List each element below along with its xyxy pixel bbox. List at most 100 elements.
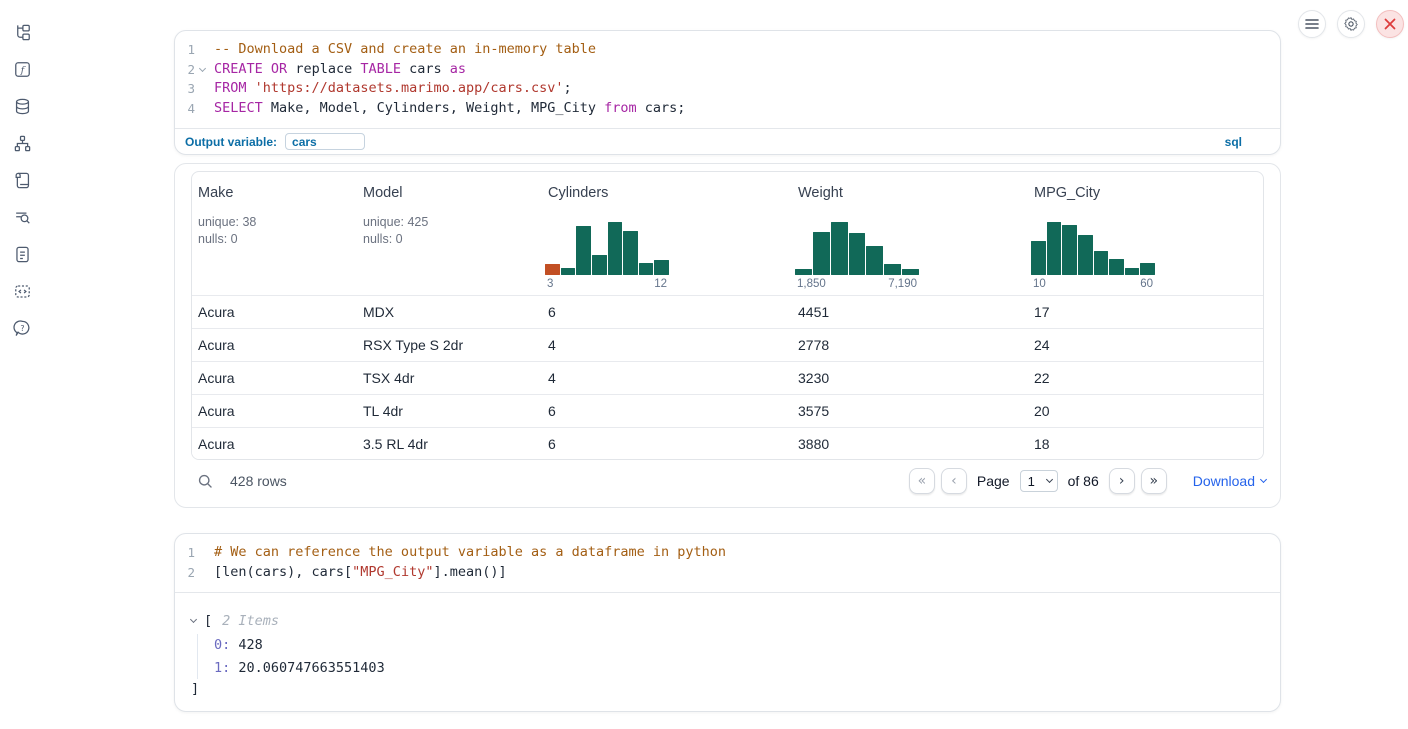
sidebar: f ? (0, 0, 44, 729)
table-cell: 17 (1028, 304, 1261, 320)
histogram-bar (639, 263, 654, 275)
collapse-caret-icon[interactable] (190, 616, 197, 623)
histogram-bar (795, 269, 812, 275)
page-select[interactable]: 1 (1020, 470, 1058, 492)
document-icon[interactable] (13, 245, 32, 264)
sql-output-container: Makeunique: 38nulls: 0Modelunique: 425nu… (174, 163, 1281, 508)
code-text: -- Download a CSV and create an in-memor… (214, 40, 596, 60)
output-list-item: 0: 428 (214, 634, 1280, 657)
table-row[interactable]: AcuraTL 4dr6357520 (192, 394, 1263, 427)
table-body: AcuraMDX6445117AcuraRSX Type S 2dr427782… (192, 295, 1263, 460)
download-label: Download (1193, 473, 1255, 489)
table-cell: 24 (1028, 337, 1261, 353)
chevron-down-icon (1046, 476, 1053, 483)
output-variable-row: Output variable: sql (175, 128, 1280, 154)
close-button[interactable] (1376, 10, 1404, 38)
svg-text:?: ? (20, 324, 24, 333)
column-label: Weight (798, 185, 1028, 201)
column-header-weight[interactable]: Weight1,8507,190 (792, 172, 1028, 295)
table-row[interactable]: AcuraRSX Type S 2dr4277824 (192, 328, 1263, 361)
fold-gutter (195, 563, 209, 583)
histogram-bar (654, 260, 669, 275)
table-cell: 22 (1028, 370, 1261, 386)
download-button[interactable]: Download (1193, 473, 1266, 489)
first-page-button[interactable]: « (909, 468, 935, 494)
table-cell: Acura (192, 436, 357, 452)
column-header-mpg_city[interactable]: MPG_City1060 (1028, 172, 1261, 295)
line-number: 1 (183, 40, 195, 60)
code-text: CREATE OR replace TABLE cars as (214, 60, 466, 80)
histogram-bar (545, 264, 560, 275)
next-page-button[interactable]: › (1109, 468, 1135, 494)
column-header-make[interactable]: Makeunique: 38nulls: 0 (192, 172, 357, 295)
page-select-value: 1 (1028, 474, 1035, 489)
sql-code-editor[interactable]: 1 -- Download a CSV and create an in-memo… (175, 31, 1280, 119)
column-histogram: 312 (545, 222, 669, 290)
table-row[interactable]: AcuraMDX6445117 (192, 295, 1263, 328)
histogram-bar (592, 255, 607, 275)
table-cell: 3575 (792, 403, 1028, 419)
code-text: FROM 'https://datasets.marimo.app/cars.c… (214, 79, 572, 99)
histogram-bar (1109, 259, 1124, 275)
function-icon[interactable]: f (13, 60, 32, 79)
column-histogram: 1060 (1031, 222, 1155, 290)
column-header-model[interactable]: Modelunique: 425nulls: 0 (357, 172, 542, 295)
histogram-axis-labels: 1060 (1031, 278, 1155, 290)
database-icon[interactable] (13, 97, 32, 116)
table-cell: TL 4dr (357, 403, 542, 419)
line-number: 3 (183, 79, 195, 99)
histogram-bar (813, 232, 830, 275)
code-line: 1# We can reference the output variable … (175, 543, 1280, 563)
table-cell: 20 (1028, 403, 1261, 419)
code-line: 2[len(cars), cars["MPG_City"].mean()] (175, 563, 1280, 583)
sql-cell: 1 -- Download a CSV and create an in-memo… (174, 30, 1281, 155)
fold-caret-icon[interactable] (198, 65, 205, 72)
table-cell: 2778 (792, 337, 1028, 353)
column-stats: unique: 425nulls: 0 (363, 214, 542, 248)
table-cell: Acura (192, 403, 357, 419)
histogram-bars (1031, 222, 1155, 275)
table-cell: Acura (192, 337, 357, 353)
output-variable-label: Output variable: (185, 135, 277, 149)
histogram-bars (795, 222, 919, 275)
output-list-item: 1: 20.060747663551403 (214, 657, 1280, 680)
code-snippet-icon[interactable] (13, 282, 32, 301)
search-icon[interactable] (197, 473, 214, 490)
scroll-icon[interactable] (13, 171, 32, 190)
page-label: Page (977, 473, 1010, 489)
table-cell: RSX Type S 2dr (357, 337, 542, 353)
code-text: # We can reference the output variable a… (214, 543, 726, 563)
line-number: 2 (183, 60, 195, 80)
table-row[interactable]: AcuraTSX 4dr4323022 (192, 361, 1263, 394)
python-code-editor[interactable]: 1# We can reference the output variable … (175, 534, 1280, 593)
table-cell: MDX (357, 304, 542, 320)
graph-icon[interactable] (13, 134, 32, 153)
code-text: SELECT Make, Model, Cylinders, Weight, M… (214, 99, 685, 119)
menu-button[interactable] (1298, 10, 1326, 38)
last-page-button[interactable]: » (1141, 468, 1167, 494)
column-stats: unique: 38nulls: 0 (198, 214, 357, 248)
line-number: 4 (183, 99, 195, 119)
histogram-bars (545, 222, 669, 275)
table-cell: 6 (542, 304, 792, 320)
output-variable-input[interactable] (285, 133, 365, 150)
search-list-icon[interactable] (13, 208, 32, 227)
table-cell: 3.5 RL 4dr (357, 436, 542, 452)
help-icon[interactable]: ? (13, 319, 32, 338)
table-row[interactable]: Acura3.5 RL 4dr6388018 (192, 427, 1263, 460)
code-line: 4 SELECT Make, Model, Cylinders, Weight, … (175, 99, 1280, 119)
histogram-bar (831, 222, 848, 275)
table-cell: 6 (542, 436, 792, 452)
item-value: 428 (230, 637, 263, 653)
table-cell: 4 (542, 337, 792, 353)
prev-page-button[interactable]: ‹ (941, 468, 967, 494)
topbar (1298, 10, 1404, 38)
python-output: [ 2 Items 0: 4281: 20.060747663551403 ] (175, 593, 1280, 699)
histogram-bar (1140, 263, 1155, 275)
settings-button[interactable] (1337, 10, 1365, 38)
item-value: 20.060747663551403 (230, 660, 384, 676)
histogram-bar (1125, 268, 1140, 275)
histogram-bar (1031, 241, 1046, 275)
file-tree-icon[interactable] (13, 23, 32, 42)
column-header-cylinders[interactable]: Cylinders312 (542, 172, 792, 295)
